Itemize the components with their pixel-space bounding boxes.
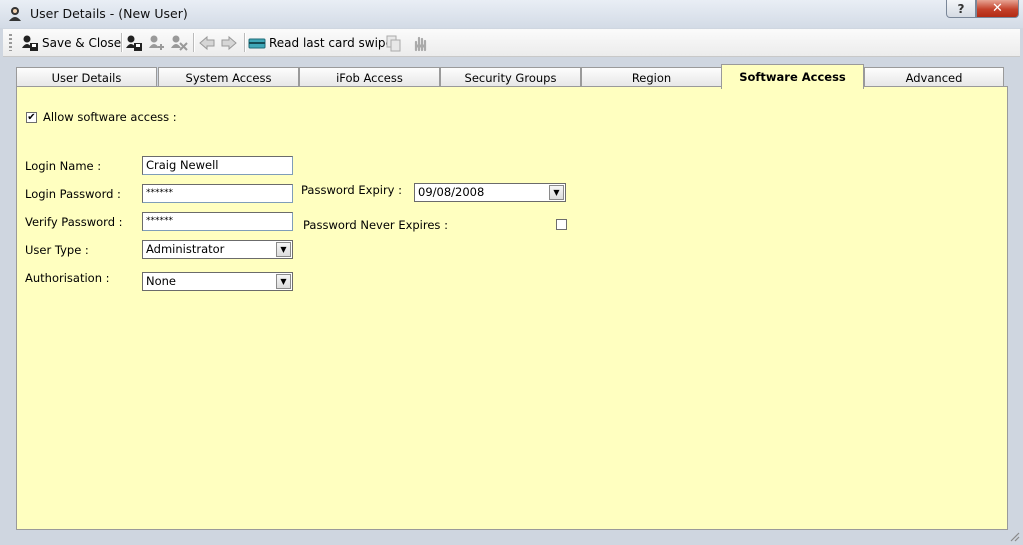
resize-grip-icon[interactable]	[1008, 530, 1020, 542]
authorisation-label: Authorisation :	[25, 271, 110, 285]
forward-button[interactable]	[220, 32, 238, 53]
tab-strip: User Details System Access iFob Access S…	[14, 64, 1009, 89]
user-type-value: Administrator	[146, 242, 225, 256]
tab-advanced[interactable]: Advanced	[864, 67, 1004, 87]
user-app-icon	[8, 6, 22, 22]
close-button[interactable]: ✕	[976, 0, 1019, 18]
allow-software-access-label: Allow software access :	[43, 110, 177, 124]
allow-software-access-checkbox[interactable]: ✔	[26, 112, 37, 123]
login-password-field[interactable]: ******	[142, 184, 293, 203]
toolbar-separator	[193, 33, 195, 52]
user-type-dropdown[interactable]: Administrator ▼	[142, 240, 293, 259]
toolbar-separator	[244, 33, 246, 52]
chevron-down-icon[interactable]: ▼	[276, 274, 291, 289]
save-close-button[interactable]: Save & Close	[21, 32, 121, 53]
delete-user-icon	[170, 34, 188, 52]
software-access-panel: ✔ Allow software access : Login Name : C…	[16, 86, 1008, 530]
password-expiry-datepicker[interactable]: 09/08/2008 ▼	[414, 183, 566, 202]
back-button[interactable]	[198, 32, 216, 53]
tab-region[interactable]: Region	[581, 67, 722, 87]
read-card-button[interactable]: Read last card swipe	[248, 32, 393, 53]
tab-user-details[interactable]: User Details	[16, 67, 157, 87]
back-icon	[198, 34, 216, 52]
verify-password-field[interactable]: ******	[142, 212, 293, 231]
tab-software-access[interactable]: Software Access	[721, 64, 864, 89]
forward-icon	[220, 34, 238, 52]
card-reader-icon	[248, 34, 266, 52]
authorisation-dropdown[interactable]: None ▼	[142, 272, 293, 291]
copy-button[interactable]	[384, 32, 402, 53]
tab-security-groups[interactable]: Security Groups	[440, 67, 581, 87]
save-new-icon	[125, 34, 143, 52]
toolbar-separator	[121, 33, 123, 52]
save-close-icon	[21, 34, 39, 52]
verify-password-label: Verify Password :	[25, 215, 123, 229]
password-expiry-label: Password Expiry :	[301, 183, 403, 197]
copy-icon	[384, 34, 402, 52]
read-card-label: Read last card swipe	[269, 35, 393, 50]
authorisation-value: None	[146, 274, 177, 288]
delete-user-button[interactable]	[170, 32, 188, 53]
password-never-expires-checkbox[interactable]	[556, 219, 567, 230]
tab-ifob-access[interactable]: iFob Access	[299, 67, 440, 87]
user-type-label: User Type :	[25, 243, 89, 257]
save-new-button[interactable]	[125, 32, 143, 53]
toolbar: Save & Close Read last card swipe	[3, 29, 1020, 57]
window-title: User Details - (New User)	[30, 6, 188, 21]
password-expiry-value: 09/08/2008	[418, 185, 485, 199]
chevron-down-icon[interactable]: ▼	[276, 242, 291, 257]
tab-system-access[interactable]: System Access	[158, 67, 299, 87]
hand-button[interactable]	[411, 32, 429, 53]
login-password-label: Login Password :	[25, 187, 121, 201]
login-name-field[interactable]: Craig Newell	[142, 156, 293, 175]
login-name-label: Login Name :	[25, 159, 102, 173]
title-bar[interactable]: User Details - (New User) ? ✕	[0, 0, 1023, 28]
hand-icon	[411, 34, 429, 52]
toolbar-grip[interactable]	[9, 34, 12, 51]
help-button[interactable]: ?	[946, 0, 976, 18]
chevron-down-icon[interactable]: ▼	[549, 185, 564, 200]
save-close-label: Save & Close	[42, 35, 122, 50]
add-user-icon	[148, 34, 166, 52]
password-never-expires-label: Password Never Expires :	[303, 218, 448, 232]
add-user-button[interactable]	[148, 32, 166, 53]
